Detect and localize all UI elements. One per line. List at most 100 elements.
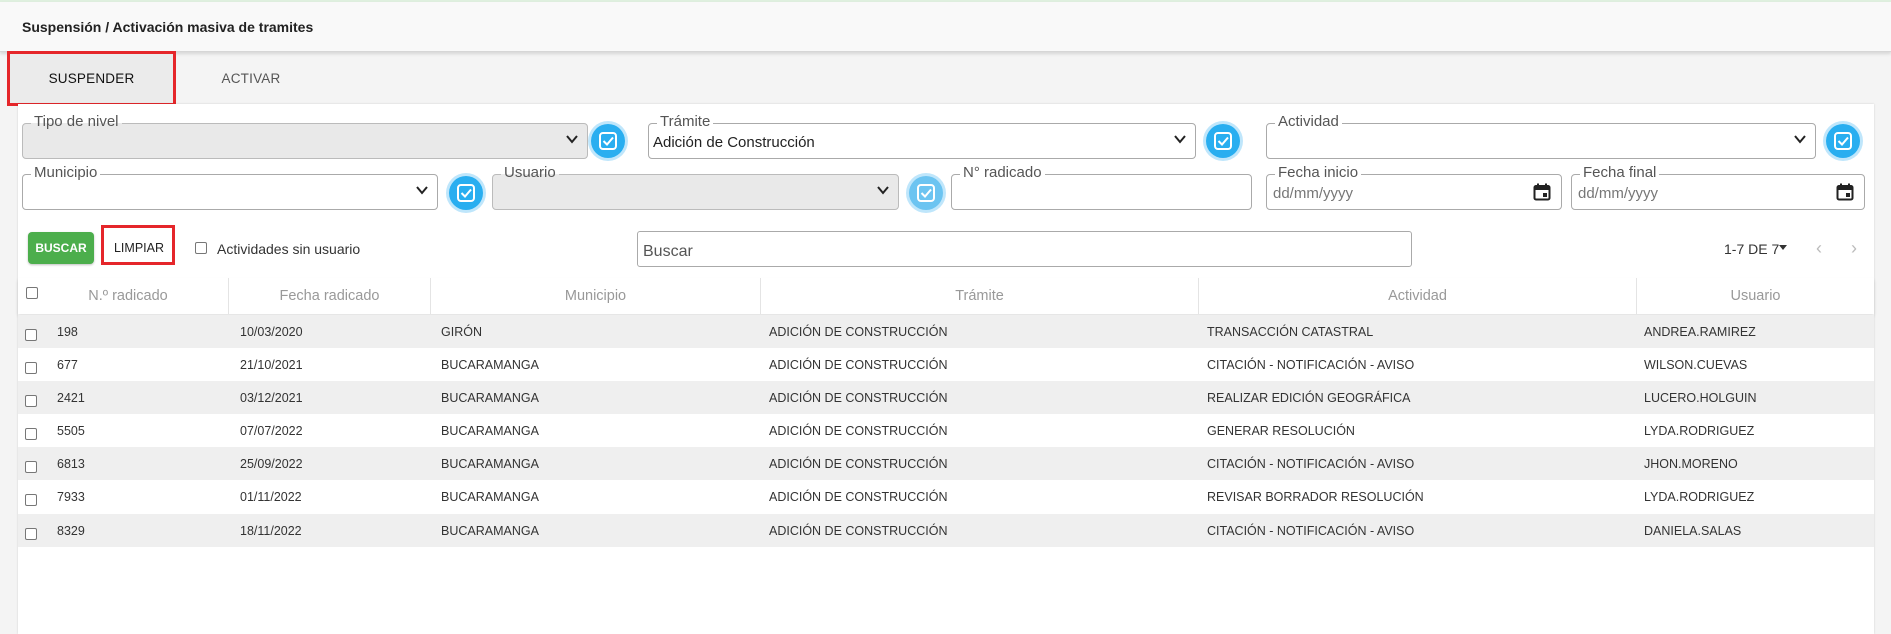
usuario-check-button[interactable] bbox=[909, 176, 943, 210]
buscar-button[interactable]: BUSCAR bbox=[28, 232, 94, 264]
cell-municipio: BUCARAMANGA bbox=[441, 391, 539, 405]
column-header-usuario[interactable]: Usuario bbox=[1637, 278, 1874, 314]
cell-fecha: 07/07/2022 bbox=[240, 424, 303, 438]
row-checkbox[interactable] bbox=[25, 428, 37, 440]
cell-radicado: 6813 bbox=[57, 457, 85, 471]
cell-usuario: WILSON.CUEVAS bbox=[1644, 358, 1748, 372]
cell-usuario: LUCERO.HOLGUIN bbox=[1644, 391, 1757, 405]
calendar-icon[interactable] bbox=[1533, 183, 1551, 201]
search-input[interactable]: Buscar bbox=[637, 231, 1412, 267]
cell-tramite: ADICIÓN DE CONSTRUCCIÓN bbox=[769, 424, 948, 438]
fecha-final-label: Fecha final bbox=[1580, 164, 1660, 182]
table-row[interactable]: 5505 07/07/2022 BUCARAMANGA ADICIÓN DE C… bbox=[18, 414, 1874, 447]
usuario-select[interactable]: Usuario bbox=[492, 164, 899, 210]
cell-usuario: LYDA.RODRIGUEZ bbox=[1644, 490, 1755, 504]
cell-tramite: ADICIÓN DE CONSTRUCCIÓN bbox=[769, 391, 948, 405]
row-checkbox[interactable] bbox=[25, 494, 37, 506]
tab-activar[interactable]: ACTIVAR bbox=[176, 53, 326, 103]
fecha-inicio-input[interactable]: Fecha inicio dd/mm/yyyy bbox=[1266, 164, 1562, 210]
cell-tramite: ADICIÓN DE CONSTRUCCIÓN bbox=[769, 325, 948, 339]
column-header-radicado[interactable]: N.º radicado bbox=[28, 278, 229, 314]
chevron-down-icon bbox=[1174, 135, 1186, 144]
page-header: Suspensión / Activación masiva de tramit… bbox=[0, 2, 1891, 52]
cell-usuario: ANDREA.RAMIREZ bbox=[1644, 325, 1756, 339]
page-title: Suspensión / Activación masiva de tramit… bbox=[22, 19, 314, 35]
cell-municipio: BUCARAMANGA bbox=[441, 457, 539, 471]
cell-actividad: TRANSACCIÓN CATASTRAL bbox=[1207, 325, 1374, 339]
sin-usuario-checkbox[interactable] bbox=[195, 242, 207, 254]
search-placeholder: Buscar bbox=[643, 243, 693, 260]
table-row[interactable]: 6813 25/09/2022 BUCARAMANGA ADICIÓN DE C… bbox=[18, 447, 1874, 480]
cell-fecha: 10/03/2020 bbox=[240, 325, 303, 339]
cell-fecha: 03/12/2021 bbox=[240, 391, 303, 405]
cell-radicado: 7933 bbox=[57, 490, 85, 504]
cell-radicado: 2421 bbox=[57, 391, 85, 405]
check-square-icon bbox=[917, 184, 935, 202]
cell-tramite: ADICIÓN DE CONSTRUCCIÓN bbox=[769, 457, 948, 471]
check-square-icon bbox=[1214, 132, 1232, 150]
next-page-icon[interactable]: › bbox=[1851, 238, 1857, 259]
row-checkbox[interactable] bbox=[25, 395, 37, 407]
cell-fecha: 01/11/2022 bbox=[240, 490, 302, 504]
table-row[interactable]: 2421 03/12/2021 BUCARAMANGA ADICIÓN DE C… bbox=[18, 381, 1874, 414]
column-header-municipio[interactable]: Municipio bbox=[431, 278, 761, 314]
column-header-tramite[interactable]: Trámite bbox=[761, 278, 1199, 314]
table-row[interactable]: 8329 18/11/2022 BUCARAMANGA ADICIÓN DE C… bbox=[18, 514, 1874, 547]
municipio-label: Municipio bbox=[31, 164, 101, 182]
row-checkbox[interactable] bbox=[25, 461, 37, 473]
column-header-fecha[interactable]: Fecha radicado bbox=[229, 278, 431, 314]
cell-tramite: ADICIÓN DE CONSTRUCCIÓN bbox=[769, 358, 948, 372]
chevron-down-icon bbox=[416, 186, 428, 195]
caret-down-icon[interactable] bbox=[1779, 245, 1787, 250]
chevron-down-icon bbox=[877, 186, 889, 195]
radicado-input[interactable]: N° radicado bbox=[951, 164, 1252, 210]
cell-actividad: GENERAR RESOLUCIÓN bbox=[1207, 424, 1355, 438]
cell-actividad: CITACIÓN - NOTIFICACIÓN - AVISO bbox=[1207, 524, 1415, 538]
limpiar-button[interactable]: LIMPIAR bbox=[104, 232, 174, 264]
cell-municipio: BUCARAMANGA bbox=[441, 490, 539, 504]
actividad-check-button[interactable] bbox=[1826, 124, 1860, 158]
cell-municipio: BUCARAMANGA bbox=[441, 424, 539, 438]
usuario-label: Usuario bbox=[501, 164, 559, 182]
cell-radicado: 5505 bbox=[57, 424, 85, 438]
tipo-nivel-select[interactable]: Tipo de nivel bbox=[22, 113, 588, 159]
fecha-final-input[interactable]: Fecha final dd/mm/yyyy bbox=[1571, 164, 1865, 210]
cell-municipio: GIRÓN bbox=[441, 325, 482, 339]
municipio-check-button[interactable] bbox=[449, 176, 483, 210]
tab-suspender[interactable]: SUSPENDER bbox=[9, 53, 174, 103]
row-checkbox[interactable] bbox=[25, 528, 37, 540]
table-row[interactable]: 677 21/10/2021 BUCARAMANGA ADICIÓN DE CO… bbox=[18, 348, 1874, 381]
cell-actividad: REALIZAR EDICIÓN GEOGRÁFICA bbox=[1207, 391, 1411, 405]
pagination-range[interactable]: 1-7 DE 7 bbox=[1724, 241, 1779, 257]
calendar-icon[interactable] bbox=[1836, 183, 1854, 201]
table-row[interactable]: 7933 01/11/2022 BUCARAMANGA ADICIÓN DE C… bbox=[18, 480, 1874, 513]
radicado-label: N° radicado bbox=[960, 164, 1045, 182]
cell-municipio: BUCARAMANGA bbox=[441, 358, 539, 372]
actividad-select[interactable]: Actividad bbox=[1266, 113, 1816, 159]
tramite-check-button[interactable] bbox=[1206, 124, 1240, 158]
cell-radicado: 8329 bbox=[57, 524, 85, 538]
cell-actividad: CITACIÓN - NOTIFICACIÓN - AVISO bbox=[1207, 358, 1415, 372]
chevron-down-icon bbox=[1794, 135, 1806, 144]
cell-fecha: 18/11/2022 bbox=[240, 524, 302, 538]
select-all-checkbox[interactable] bbox=[26, 287, 38, 299]
cell-usuario: DANIELA.SALAS bbox=[1644, 524, 1742, 538]
table-row[interactable]: 198 10/03/2020 GIRÓN ADICIÓN DE CONSTRUC… bbox=[18, 315, 1874, 348]
tipo-nivel-label: Tipo de nivel bbox=[31, 113, 122, 131]
column-header-actividad[interactable]: Actividad bbox=[1199, 278, 1637, 314]
chevron-down-icon bbox=[566, 135, 578, 144]
row-checkbox[interactable] bbox=[25, 329, 37, 341]
cell-fecha: 21/10/2021 bbox=[240, 358, 303, 372]
sin-usuario-label: Actividades sin usuario bbox=[217, 241, 361, 257]
fecha-inicio-label: Fecha inicio bbox=[1275, 164, 1362, 182]
tramite-select[interactable]: Trámite Adición de Construcción bbox=[648, 113, 1196, 159]
actividad-label: Actividad bbox=[1275, 113, 1342, 131]
tipo-nivel-check-button[interactable] bbox=[591, 124, 625, 158]
cell-fecha: 25/09/2022 bbox=[240, 457, 303, 471]
check-square-icon bbox=[599, 132, 617, 150]
prev-page-icon[interactable]: ‹ bbox=[1816, 238, 1822, 259]
municipio-select[interactable]: Municipio bbox=[22, 164, 438, 210]
check-square-icon bbox=[1834, 132, 1852, 150]
row-checkbox[interactable] bbox=[25, 362, 37, 374]
cell-municipio: BUCARAMANGA bbox=[441, 524, 539, 538]
